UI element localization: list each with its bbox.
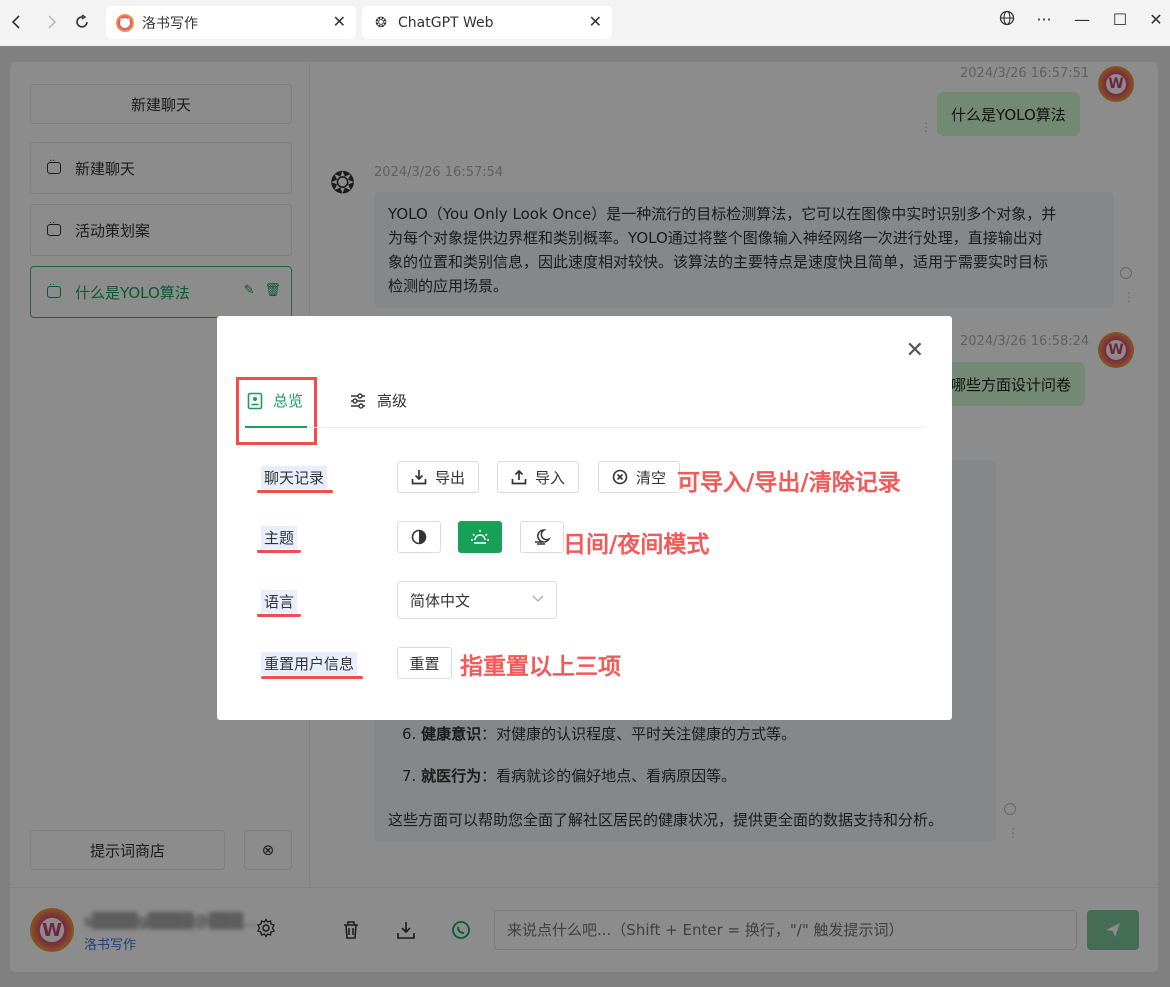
globe-icon[interactable] [995,10,1019,30]
forward-icon[interactable] [40,10,64,34]
sliders-icon [351,392,365,409]
import-label: 导入 [534,468,565,487]
theme-dark-button[interactable] [520,521,564,553]
annotation-history: 可导入/导出/清除记录 [677,470,901,496]
history-label: 聊天记录 [261,466,328,489]
tab-title: 洛书写作 [142,15,198,32]
maximize-icon[interactable]: ☐ [1108,10,1132,29]
document-icon [247,392,263,409]
theme-label: 主题 [261,526,298,549]
language-label: 语言 [261,590,298,613]
download-icon [411,470,427,485]
upload-icon [511,469,527,485]
more-icon[interactable]: ··· [1032,10,1056,29]
theme-auto-button[interactable] [397,521,441,553]
tab-advanced[interactable]: 高级 [349,390,407,411]
tab-overview[interactable]: 总览 [247,390,303,411]
reset-button[interactable]: 重置 [397,647,452,679]
openai-logo-icon: ❂ [375,14,387,31]
close-tab-icon[interactable]: ✕ [589,12,602,31]
close-window-icon[interactable]: ✕ [1144,10,1168,29]
clear-circle-icon [612,469,628,485]
annotation-underline [257,550,301,553]
contrast-icon [411,529,427,545]
annotation-theme: 日间/夜间模式 [563,532,710,558]
close-tab-icon[interactable]: ✕ [333,12,346,31]
sun-icon [471,530,489,544]
close-icon[interactable]: ✕ [906,338,924,363]
import-button[interactable]: 导入 [497,461,579,493]
export-label: 导出 [434,468,465,487]
browser-toolbar: W 洛书写作 ✕ ❂ ChatGPT Web ✕ ··· — ☐ ✕ [0,0,1170,46]
reset-label: 重置用户信息 [261,652,358,675]
back-icon[interactable] [4,10,28,34]
language-value: 简体中文 [410,591,471,610]
tab-active-indicator [245,426,307,428]
tab-label: 高级 [377,392,408,410]
chevron-down-icon [532,592,544,606]
annotation-underline [257,490,333,493]
annotation-underline [261,676,363,679]
browser-tab-luoshu[interactable]: W 洛书写作 ✕ [106,6,356,39]
browser-tab-chatgpt[interactable]: ❂ ChatGPT Web ✕ [362,6,612,39]
annotation-underline [257,614,301,617]
tab-title: ChatGPT Web [398,14,494,31]
settings-tabs: 总览 高级 [245,384,925,428]
moon-icon [535,529,551,545]
clear-button[interactable]: 清空 [598,461,680,493]
annotation-reset: 指重置以上三项 [460,654,621,680]
language-select[interactable]: 简体中文 [397,581,557,619]
luoshu-logo-icon: W [116,13,134,32]
export-button[interactable]: 导出 [397,461,479,493]
tab-label: 总览 [273,392,304,410]
minimize-icon[interactable]: — [1070,10,1094,29]
reload-icon[interactable] [70,10,94,34]
theme-light-button[interactable] [458,521,502,553]
settings-modal: ✕ 总览 高级 聊天记录 导出 导入 清空 可导入/导出/清除记录 主题 日间/… [217,316,952,720]
clear-label: 清空 [635,468,666,487]
